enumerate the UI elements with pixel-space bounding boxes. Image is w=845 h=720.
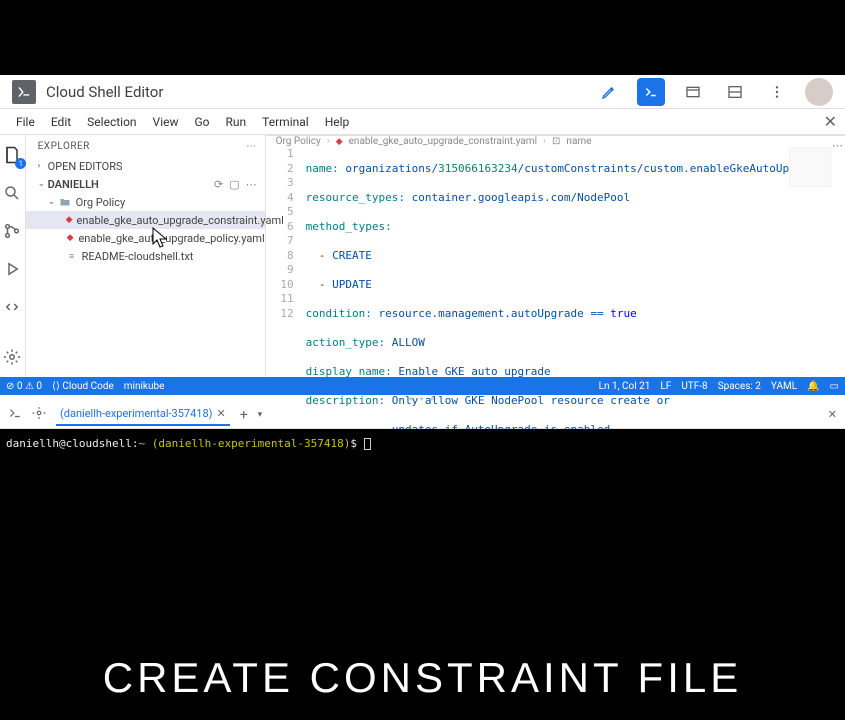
menu-selection[interactable]: Selection bbox=[79, 112, 144, 132]
search-icon[interactable] bbox=[0, 181, 24, 205]
pencil-icon[interactable] bbox=[595, 78, 623, 106]
menu-go[interactable]: Go bbox=[187, 112, 218, 132]
more-icon[interactable] bbox=[763, 78, 791, 106]
menu-file[interactable]: File bbox=[8, 112, 43, 132]
settings-icon[interactable] bbox=[0, 345, 24, 369]
minimap[interactable] bbox=[789, 147, 831, 187]
layout-icon[interactable] bbox=[721, 78, 749, 106]
close-icon[interactable]: ✕ bbox=[824, 112, 837, 131]
file-constraint-yaml[interactable]: ◆ enable_gke_auto_upgrade_constraint.yam… bbox=[26, 211, 265, 229]
explorer-icon[interactable]: 1 bbox=[0, 143, 24, 167]
terminal-prompt-end: $ bbox=[350, 437, 357, 450]
terminal-new-tab-icon[interactable]: + bbox=[240, 407, 248, 423]
menu-edit[interactable]: Edit bbox=[43, 112, 79, 132]
explorer-panel: EXPLORER ⋯ › OPEN EDITORS ⌄ DANIELLH ⟳ ▢… bbox=[26, 135, 266, 377]
workspace-root[interactable]: ⌄ DANIELLH ⟳ ▢ ⋯ bbox=[26, 175, 265, 193]
terminal-icon[interactable] bbox=[637, 78, 665, 106]
file-label: enable_gke_auto_upgrade_constraint.yaml bbox=[77, 214, 284, 227]
breadcrumb[interactable]: Org Policy › ◆ enable_gke_auto_upgrade_c… bbox=[266, 136, 845, 147]
terminal-tab-close-icon[interactable]: ✕ bbox=[216, 407, 225, 420]
status-minikube[interactable]: minikube bbox=[124, 381, 165, 392]
window-icon[interactable] bbox=[679, 78, 707, 106]
menu-terminal[interactable]: Terminal bbox=[254, 112, 317, 132]
menu-run[interactable]: Run bbox=[218, 112, 255, 132]
terminal-tab-menu-icon[interactable]: ▾ bbox=[258, 410, 263, 420]
menu-help[interactable]: Help bbox=[317, 112, 358, 132]
terminal-prompt-user: daniellh@cloudshell: bbox=[6, 437, 138, 450]
menu-bar: File Edit Selection View Go Run Terminal… bbox=[0, 109, 845, 135]
collapse-icon[interactable]: ⋯ bbox=[246, 178, 257, 191]
video-caption: CREATE CONSTRAINT FILE bbox=[0, 654, 845, 702]
breadcrumb-symbol[interactable]: name bbox=[566, 136, 591, 147]
new-file-icon[interactable]: ⟳ bbox=[214, 178, 223, 191]
terminal-prompt-icon[interactable] bbox=[8, 406, 22, 423]
terminal-body[interactable]: daniellh@cloudshell:~ (daniellh-experime… bbox=[0, 429, 845, 720]
file-label: README-cloudshell.txt bbox=[82, 250, 194, 263]
open-editors-label: OPEN EDITORS bbox=[48, 160, 123, 173]
menu-view[interactable]: View bbox=[145, 112, 187, 132]
cloud-code-icon[interactable] bbox=[0, 295, 24, 319]
breadcrumb-folder[interactable]: Org Policy bbox=[276, 136, 321, 147]
status-problems[interactable]: ⊘ 0 ⚠ 0 bbox=[6, 381, 42, 392]
folder-org-policy[interactable]: ⌄ Org Policy bbox=[26, 193, 265, 211]
debug-icon[interactable] bbox=[0, 257, 24, 281]
file-label: enable_gke_auto_upgrade_policy.yaml bbox=[78, 232, 264, 245]
file-readme-txt[interactable]: ≡ README-cloudshell.txt bbox=[26, 247, 265, 265]
file-policy-yaml[interactable]: ◆ enable_gke_auto_upgrade_policy.yaml bbox=[26, 229, 265, 247]
open-editors-section[interactable]: › OPEN EDITORS bbox=[26, 157, 265, 175]
source-control-icon[interactable] bbox=[0, 219, 24, 243]
terminal-cursor bbox=[364, 438, 371, 450]
explorer-title: EXPLORER ⋯ bbox=[26, 135, 265, 157]
new-folder-icon[interactable]: ▢ bbox=[229, 178, 239, 191]
explorer-more-icon[interactable]: ⋯ bbox=[246, 141, 257, 152]
folder-label: Org Policy bbox=[76, 196, 126, 209]
editor-area: ◆ enable_gke_auto_upgrade_constraint.yam… bbox=[266, 135, 845, 377]
status-cloudcode[interactable]: ⟨⟩ Cloud Code bbox=[52, 381, 114, 392]
terminal-tab-label: (daniellh-experimental-357418) bbox=[60, 407, 212, 420]
workspace-label: DANIELLH bbox=[48, 178, 99, 191]
app-title: Cloud Shell Editor bbox=[46, 83, 163, 101]
terminal-settings-icon[interactable] bbox=[32, 406, 46, 423]
terminal-prompt-project: (daniellh-experimental-357418) bbox=[145, 437, 350, 450]
breadcrumb-file[interactable]: enable_gke_auto_upgrade_constraint.yaml bbox=[349, 136, 537, 147]
cloud-shell-logo bbox=[12, 80, 36, 104]
terminal-tab[interactable]: (daniellh-experimental-357418) ✕ bbox=[56, 403, 230, 426]
activity-bar: 1 bbox=[0, 135, 26, 377]
user-avatar[interactable] bbox=[805, 78, 833, 106]
header-bar: Cloud Shell Editor bbox=[0, 75, 845, 109]
